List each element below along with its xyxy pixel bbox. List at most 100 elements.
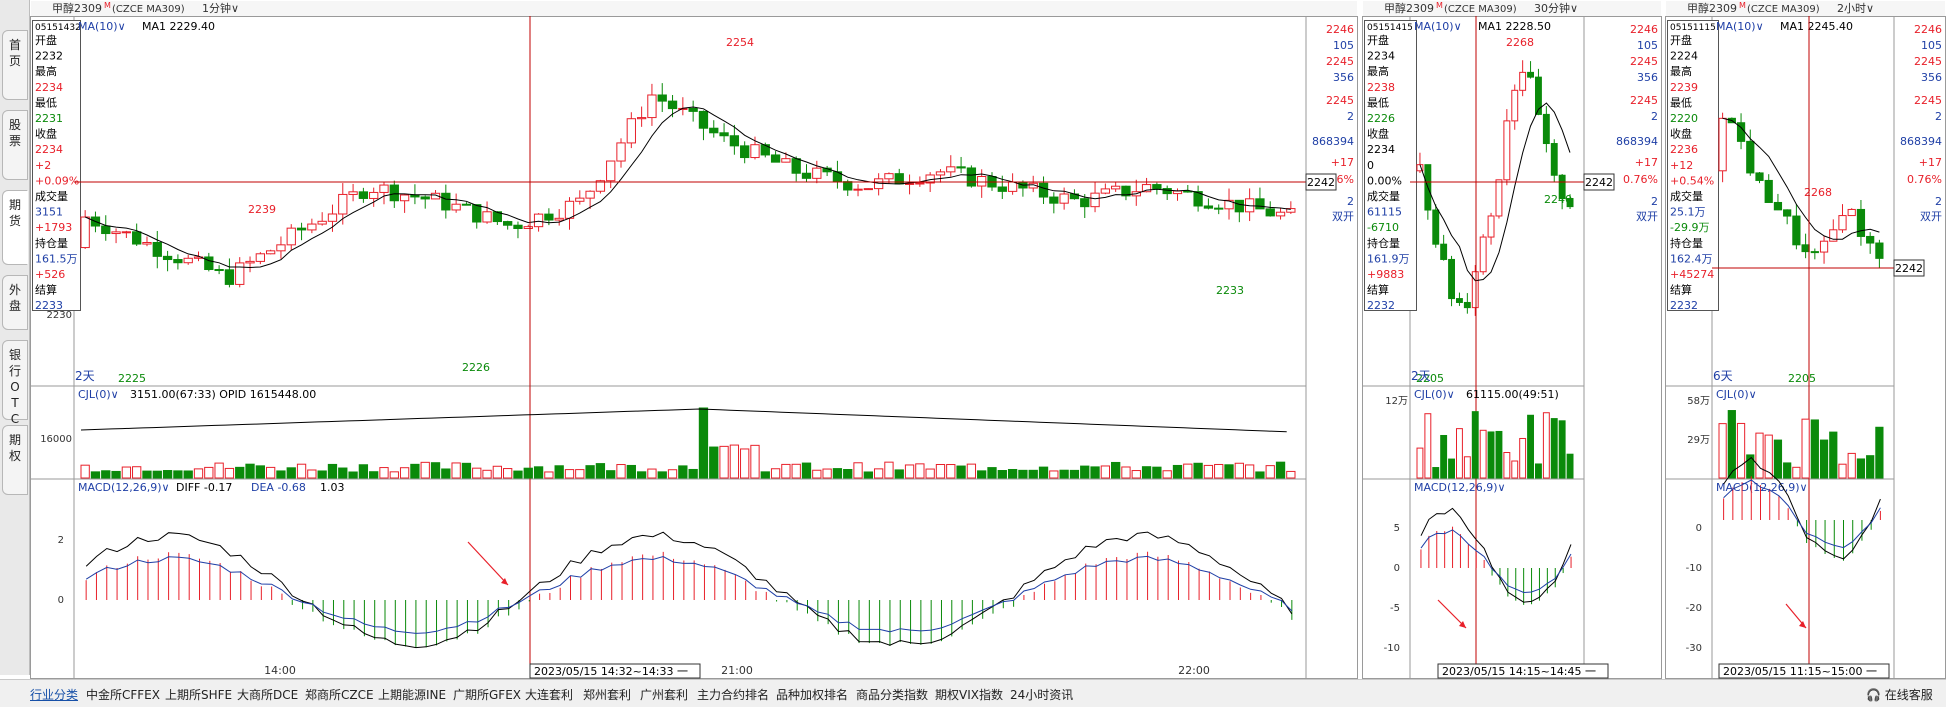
candle-body [1456,298,1463,303]
info-row: 2226 [1367,112,1395,125]
macd-indicator-label[interactable]: MACD(12,26,9)∨ [1414,481,1506,494]
candle-body [132,231,142,245]
info-id: 05151415 [1367,23,1413,33]
panel-header[interactable]: 甲醇2309 M (CZCE MA309) 30分钟∨ [1384,1,1578,15]
volume-bar [1550,418,1558,479]
bottom-tab-12[interactable]: 商品分类指数 [856,686,928,703]
contract-title[interactable]: 甲醇2309 [52,1,102,15]
ma-indicator-label[interactable]: MA(10)∨ [78,20,126,33]
info-row: 收盘 [1670,127,1692,141]
volume-indicator-label[interactable]: CJL(0)∨ [1414,388,1455,401]
right-stat: 105 [1333,39,1354,52]
candle-body [1152,184,1162,190]
candle-body [1838,215,1847,231]
macd-axis-label: -5 [1390,603,1400,614]
online-service-link[interactable]: 🎧 在线客服 [1866,686,1933,703]
contract-code: (CZCE MA309) [1444,4,1517,15]
candle-body [327,213,338,222]
panel-header[interactable]: 甲醇2309 M (CZCE MA309) 2小时∨ [1687,1,1874,15]
bottom-tab-10[interactable]: 主力合约排名 [697,686,769,703]
bottom-tab-1[interactable]: 中金所CFFEX [86,686,160,703]
bottom-tab-2[interactable]: 上期所SHFE [165,686,232,703]
macd-value: 1.03 [320,481,345,494]
candle-body [740,145,750,159]
candle-body [585,190,595,199]
volume-indicator-label[interactable]: CJL(0)∨ [78,388,119,401]
volume-bar [410,463,420,479]
candle-body [626,118,636,144]
info-row: 持仓量 [35,236,68,250]
candle-body [255,253,265,262]
bottom-tab-13[interactable]: 期权VIX指数 [935,686,1003,703]
volume-bar [770,468,781,479]
volume-indicator-label[interactable]: CJL(0)∨ [1716,388,1757,401]
candle-body [1432,209,1440,245]
bottom-tab-6[interactable]: 广期所GFEX [453,686,521,703]
volume-bar [1265,465,1275,479]
volume-bar [544,471,554,479]
ma-indicator-label[interactable]: MA(10)∨ [1414,20,1462,33]
right-stat: 2 [1651,195,1658,208]
volume-bar [1829,431,1838,479]
time-axis-label: 21:00 [721,664,753,677]
volume-bar [1424,413,1432,479]
volume-bar [503,468,513,479]
right-stat: 2 [1651,110,1658,123]
info-row: 2238 [1367,81,1395,94]
chart-panel-min1[interactable]: 甲醇2309 M (CZCE MA309) 1分钟∨ 2246 105 2245 356 224… [30,1,1358,679]
panel-header[interactable]: 甲醇2309 M (CZCE MA309) 1分钟∨ [52,1,239,15]
period-selector[interactable]: 30分钟∨ [1534,1,1578,15]
candle-body [379,184,389,193]
bottom-tab-7[interactable]: 大连套利 [525,686,573,703]
right-stat: +17 [1635,156,1658,169]
cross-price: 2242 [1585,176,1613,189]
volume-bar [997,470,1007,479]
bottom-tab-9[interactable]: 广州套利 [640,686,688,703]
candle-body [1810,251,1819,254]
candle-body [214,269,224,272]
volume-bar [1090,466,1100,479]
volume-bar [1527,414,1534,479]
macd-axis-label: 0 [1696,523,1702,534]
period-selector[interactable]: 1分钟∨ [202,1,239,15]
chart-panel-min30[interactable]: 甲醇2309 M (CZCE MA309) 30分钟∨2246105224535622… [1362,1,1662,679]
right-stat: 2 [1935,195,1942,208]
candle-body [307,223,317,231]
chart-surface[interactable]: 甲醇2309 M (CZCE MA309) 1分钟∨22461052245356224… [0,0,1946,679]
chart-panel-h2[interactable]: 甲醇2309 M (CZCE MA309) 2小时∨ 2246 105 2245 356 224… [1665,1,1946,679]
price-annotation: 2240 [1544,193,1572,206]
bottom-tab-4[interactable]: 郑商所CZCE [305,686,374,703]
candle-body [1479,236,1487,273]
candle-body [369,191,379,199]
bottom-tab-0[interactable]: 行业分类 [30,686,78,703]
volume-bar [1801,418,1810,479]
contract-title[interactable]: 甲醇2309 [1384,1,1434,15]
volume-bar [235,466,245,479]
candle-body [1792,215,1801,246]
ma-indicator-label[interactable]: MA(10)∨ [1716,20,1764,33]
macd-indicator-label[interactable]: MACD(12,26,9)∨ [78,481,170,494]
info-row: 持仓量 [1367,236,1400,250]
volume-bar [441,468,451,479]
candle-body [647,94,657,119]
bottom-tab-11[interactable]: 品种加权排名 [776,686,848,703]
macd-diff: DIFF -0.17 [176,481,232,494]
bottom-tab-3[interactable]: 大商所DCE [237,686,298,703]
info-row: 开盘 [1670,33,1692,47]
right-stat: 356 [1333,71,1354,84]
period-selector[interactable]: 2小时∨ [1837,2,1874,15]
candle-body [1090,192,1100,208]
volume-bar [843,469,853,479]
volume-bar [1121,466,1131,479]
volume-bar [1783,462,1792,479]
contract-title[interactable]: 甲醇2309 [1687,1,1737,15]
bottom-tab-5[interactable]: 上期能源INE [378,686,446,703]
bottom-tab-14[interactable]: 24小时资讯 [1010,686,1073,703]
volume-bar [1244,464,1255,479]
right-stat: 2246 [1326,23,1354,36]
price-axis-label: 2230 [47,310,72,321]
info-row: 161.9万 [1367,252,1410,265]
info-row: 2220 [1670,112,1698,125]
bottom-tab-8[interactable]: 郑州套利 [583,686,631,703]
cross-price: 2242 [1895,262,1923,275]
